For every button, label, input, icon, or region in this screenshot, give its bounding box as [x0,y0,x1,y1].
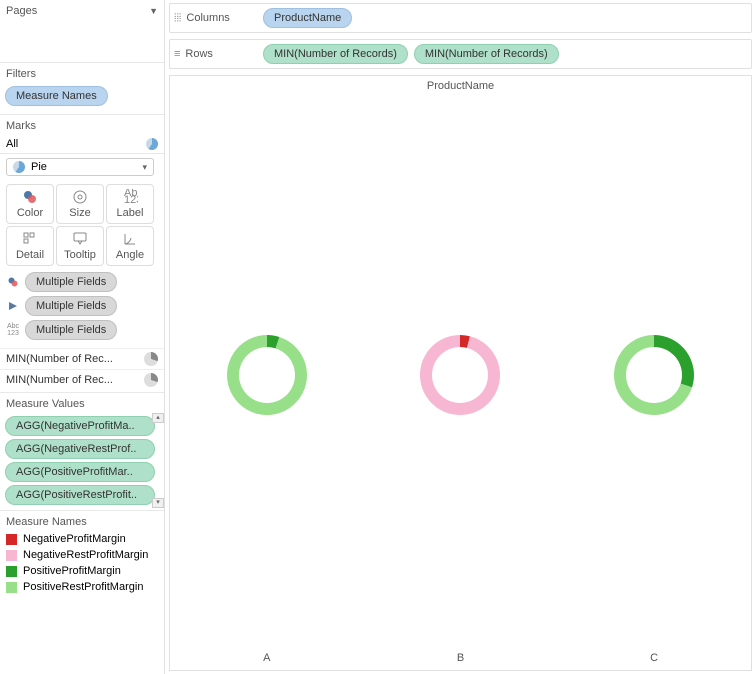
measure-value-pill[interactable]: AGG(NegativeRestProf.. [5,439,155,459]
legend-swatch [6,582,17,593]
legend-swatch [6,534,17,545]
label-icon: Abc123 [122,189,138,205]
columns-shelf[interactable]: ⦙⦙⦙ Columns ProductName [169,3,752,33]
pie-icon [13,161,25,173]
column-pill[interactable]: ProductName [263,8,352,28]
donut-chart[interactable] [218,326,316,424]
svg-text:123: 123 [124,194,138,205]
pages-label: Pages [6,5,37,17]
row-pill[interactable]: MIN(Number of Records) [263,44,408,64]
marks-panel-header: Marks [0,117,164,135]
dropdown-arrow-icon: ▼ [149,6,158,16]
x-axis-label: B [411,652,509,664]
tooltip-icon [72,231,88,247]
marks-all-label: All [6,138,18,150]
marks-all-row[interactable]: All [0,135,164,154]
donut-slice [420,335,500,415]
filters-label: Filters [6,68,36,80]
marks-label: Marks [6,120,36,132]
measure-values-header: Measure Values [0,395,164,413]
pie-icon [144,373,158,387]
legend-label: NegativeProfitMargin [23,533,126,545]
donut-slice [227,335,307,415]
pages-shelf[interactable] [0,20,164,60]
legend-label: PositiveProfitMargin [23,565,121,577]
rows-shelf-label: Rows [185,48,213,60]
columns-icon: ⦙⦙⦙ [174,12,181,25]
scroll-down-button[interactable]: ▾ [152,498,164,508]
legend-swatch [6,550,17,561]
detail-button[interactable]: Detail [6,226,54,266]
filters-shelf[interactable]: Measure Names [0,83,164,112]
measure-names-header: Measure Names [0,513,164,531]
rows-shelf[interactable]: ≡ Rows MIN(Number of Records) MIN(Number… [169,39,752,69]
measure-values-shelf[interactable]: AGG(NegativeProfitMa.. AGG(NegativeRestP… [0,413,164,508]
columns-shelf-label: Columns [186,12,229,24]
legend-item[interactable]: NegativeRestProfitMargin [0,547,164,563]
angle-button[interactable]: Angle [106,226,154,266]
measure-value-pill[interactable]: AGG(NegativeProfitMa.. [5,416,155,436]
donut-chart[interactable] [411,326,509,424]
legend-item[interactable]: NegativeProfitMargin [0,531,164,547]
pie-icon [144,352,158,366]
measure-names-label: Measure Names [6,516,87,528]
measure-values-label: Measure Values [6,398,85,410]
mark-pill[interactable]: Multiple Fields [25,272,117,292]
measure-value-pill[interactable]: AGG(PositiveRestProfit.. [5,485,155,505]
pie-icon [146,138,158,150]
color-icon [6,276,20,288]
legend-item[interactable]: PositiveRestProfitMargin [0,579,164,595]
label-button[interactable]: Abc123 Label [106,184,154,224]
tooltip-button[interactable]: Tooltip [56,226,104,266]
x-axis-label: A [218,652,316,664]
detail-icon [6,301,20,311]
size-button[interactable]: Size [56,184,104,224]
angle-icon [122,231,138,247]
filters-panel-header[interactable]: Filters [0,65,164,83]
donut-slice [654,335,694,387]
chart-view[interactable]: ProductName A B C [169,75,752,671]
mark-pill[interactable]: Multiple Fields [25,296,117,316]
mark-pill[interactable]: Multiple Fields [25,320,117,340]
pages-panel-header[interactable]: Pages ▼ [0,2,164,20]
legend-item[interactable]: PositiveProfitMargin [0,563,164,579]
scroll-up-button[interactable]: ▴ [152,413,164,423]
x-axis-label: C [605,652,703,664]
legend-label: NegativeRestProfitMargin [23,549,148,561]
marks-axis-row[interactable]: MIN(Number of Rec... [0,348,164,369]
measure-value-pill[interactable]: AGG(PositiveProfitMar.. [5,462,155,482]
mark-type-label: Pie [31,161,47,173]
legend-label: PositiveRestProfitMargin [23,581,143,593]
mark-type-select[interactable]: Pie ▾ [6,158,154,176]
color-button[interactable]: Color [6,184,54,224]
filter-pill[interactable]: Measure Names [5,86,108,106]
detail-icon [22,231,38,247]
chart-title: ProductName [170,76,751,96]
color-icon [22,189,38,205]
legend-swatch [6,566,17,577]
size-icon [72,189,88,205]
row-pill[interactable]: MIN(Number of Records) [414,44,559,64]
marks-axis-row[interactable]: MIN(Number of Rec... [0,369,164,390]
rows-icon: ≡ [174,48,180,60]
donut-chart[interactable] [605,326,703,424]
label-icon: Abc123 [6,323,20,337]
chevron-down-icon: ▾ [142,162,147,173]
